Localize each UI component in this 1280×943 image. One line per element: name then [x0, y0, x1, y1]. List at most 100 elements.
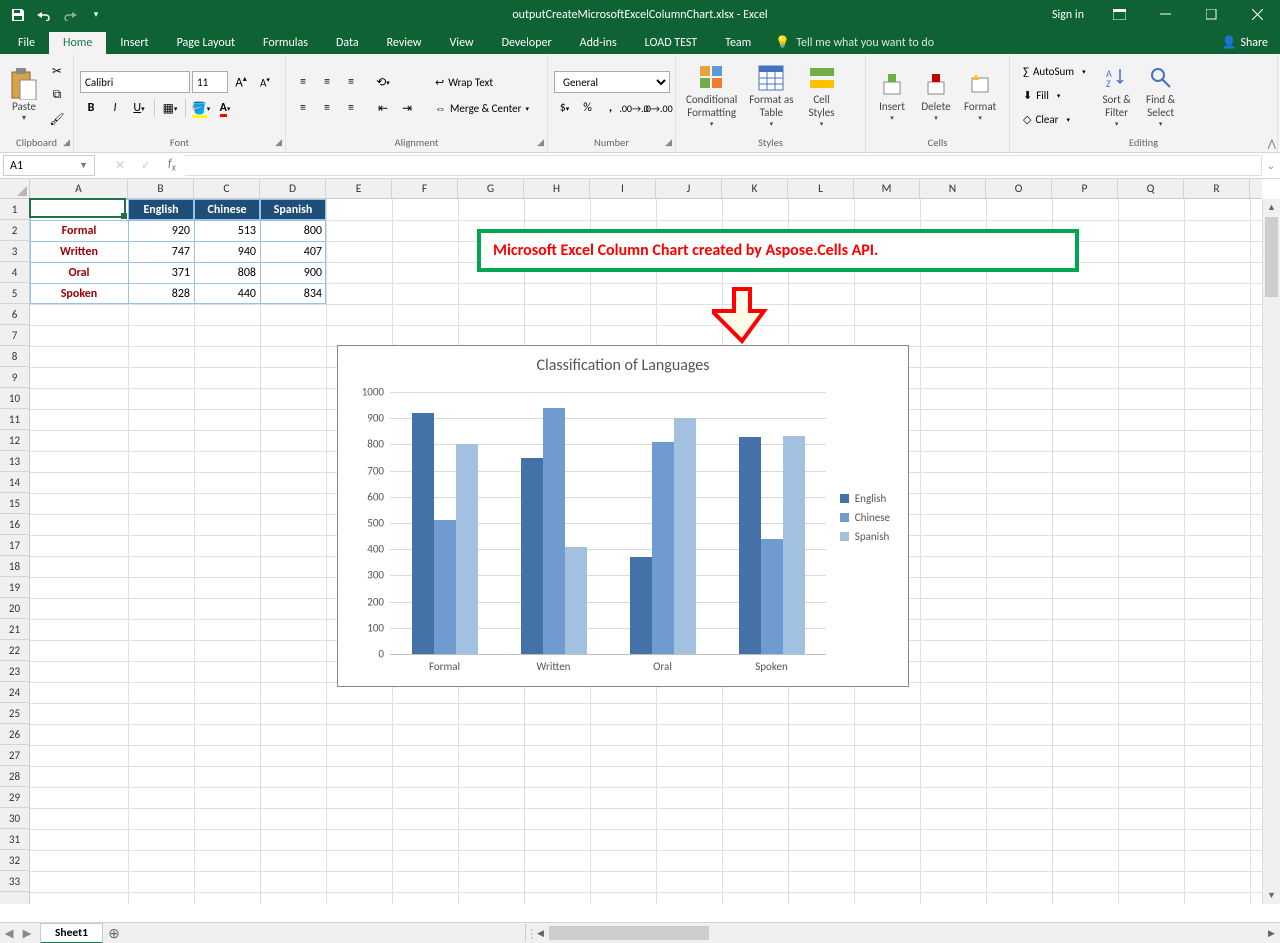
table-row-label[interactable]: Formal — [30, 220, 128, 241]
vscroll-thumb[interactable] — [1265, 217, 1278, 297]
row-header[interactable]: 20 — [0, 598, 29, 619]
row-header[interactable]: 15 — [0, 493, 29, 514]
tab-review[interactable]: Review — [373, 32, 436, 54]
sort-filter-button[interactable]: AZSort & Filter▾ — [1097, 60, 1137, 129]
select-all-button[interactable] — [0, 179, 30, 199]
row-header[interactable]: 23 — [0, 661, 29, 682]
close-button[interactable] — [1234, 0, 1280, 29]
decrease-font-button[interactable]: A▾ — [254, 71, 276, 93]
column-header[interactable]: H — [524, 179, 590, 198]
table-data-cell[interactable]: 808 — [194, 262, 260, 283]
alignment-dialog-launcher[interactable]: ◢ — [537, 137, 544, 148]
cut-button[interactable]: ✂ — [46, 60, 68, 82]
redo-icon[interactable] — [58, 3, 82, 27]
autosum-button[interactable]: ∑AutoSum▾ — [1016, 60, 1093, 82]
row-header[interactable]: 28 — [0, 766, 29, 787]
table-row-label[interactable]: Oral — [30, 262, 128, 283]
column-header[interactable]: E — [326, 179, 392, 198]
name-box-dropdown-icon[interactable]: ▼ — [79, 160, 88, 171]
tab-formulas[interactable]: Formulas — [249, 32, 322, 54]
row-header[interactable]: 24 — [0, 682, 29, 703]
copy-button[interactable]: ⧉ — [46, 84, 68, 106]
sheet-tab-active[interactable]: Sheet1 — [40, 923, 103, 943]
conditional-formatting-button[interactable]: Conditional Formatting▾ — [682, 60, 741, 129]
decrease-indent-button[interactable]: ⇤ — [372, 97, 394, 119]
row-header[interactable]: 1 — [0, 199, 29, 220]
table-data-cell[interactable]: 900 — [260, 262, 326, 283]
column-header[interactable]: Q — [1118, 179, 1184, 198]
column-header[interactable]: G — [458, 179, 524, 198]
column-header[interactable]: L — [788, 179, 854, 198]
format-painter-button[interactable]: 🖌 — [46, 108, 68, 130]
formula-input[interactable] — [185, 155, 1262, 176]
row-header[interactable]: 22 — [0, 640, 29, 661]
underline-button[interactable]: U▾ — [128, 97, 150, 119]
vertical-scrollbar[interactable]: ▲ ▼ — [1262, 199, 1280, 904]
find-select-button[interactable]: Find & Select▾ — [1141, 60, 1181, 129]
number-format-combo[interactable]: General — [554, 71, 670, 93]
row-header[interactable]: 13 — [0, 451, 29, 472]
wrap-text-button[interactable]: ↩Wrap Text — [428, 71, 536, 93]
chart-object[interactable]: Classification of Languages FormalWritte… — [337, 345, 909, 687]
row-header[interactable]: 18 — [0, 556, 29, 577]
column-header[interactable]: O — [986, 179, 1052, 198]
accounting-button[interactable]: $▾ — [554, 97, 575, 119]
merge-center-button[interactable]: ⇔Merge & Center▾ — [428, 97, 536, 119]
table-data-cell[interactable]: 800 — [260, 220, 326, 241]
sheet-nav-prev[interactable]: ◀ — [0, 926, 18, 941]
fill-color-button[interactable]: 🪣▾ — [190, 97, 212, 119]
column-header[interactable]: J — [656, 179, 722, 198]
tab-load-test[interactable]: LOAD TEST — [631, 32, 712, 54]
align-left-button[interactable]: ≡ — [292, 97, 314, 119]
enter-formula-button[interactable]: ✓ — [133, 158, 159, 173]
font-size-combo[interactable] — [192, 71, 228, 93]
row-header[interactable]: 21 — [0, 619, 29, 640]
row-header[interactable]: 29 — [0, 787, 29, 808]
percent-button[interactable]: % — [577, 97, 598, 119]
row-header[interactable]: 19 — [0, 577, 29, 598]
ribbon-display-options-icon[interactable] — [1096, 0, 1142, 29]
font-color-button[interactable]: A▾ — [214, 97, 236, 119]
tab-team[interactable]: Team — [711, 32, 765, 54]
row-header[interactable]: 7 — [0, 325, 29, 346]
table-data-cell[interactable]: 371 — [128, 262, 194, 283]
row-header[interactable]: 6 — [0, 304, 29, 325]
column-header[interactable]: M — [854, 179, 920, 198]
tell-me-search[interactable]: 💡Tell me what you want to do — [765, 31, 944, 54]
column-header[interactable]: N — [920, 179, 986, 198]
paste-button[interactable]: Paste▾ — [6, 66, 42, 125]
row-header[interactable]: 8 — [0, 346, 29, 367]
column-header[interactable]: I — [590, 179, 656, 198]
column-header[interactable]: D — [260, 179, 326, 198]
align-right-button[interactable]: ≡ — [340, 97, 362, 119]
maximize-button[interactable] — [1188, 0, 1234, 29]
table-data-cell[interactable]: 834 — [260, 283, 326, 304]
column-header[interactable]: P — [1052, 179, 1118, 198]
table-data-cell[interactable]: 440 — [194, 283, 260, 304]
row-header[interactable]: 2 — [0, 220, 29, 241]
row-header[interactable]: 30 — [0, 808, 29, 829]
align-bottom-button[interactable]: ≡ — [340, 71, 362, 93]
borders-button[interactable]: ▦▾ — [159, 97, 181, 119]
row-header[interactable]: 3 — [0, 241, 29, 262]
row-header[interactable]: 9 — [0, 367, 29, 388]
clipboard-dialog-launcher[interactable]: ◢ — [63, 137, 70, 148]
delete-cells-button[interactable]: Delete▾ — [916, 66, 956, 124]
row-header[interactable]: 14 — [0, 472, 29, 493]
table-data-cell[interactable]: 407 — [260, 241, 326, 262]
scroll-down-button[interactable]: ▼ — [1263, 887, 1280, 904]
hscroll-thumb[interactable] — [549, 926, 709, 940]
increase-indent-button[interactable]: ⇥ — [396, 97, 418, 119]
tab-add-ins[interactable]: Add-ins — [566, 32, 631, 54]
expand-formula-bar-button[interactable]: ⌄ — [1262, 159, 1280, 172]
orientation-button[interactable]: ⟲▾ — [372, 71, 394, 93]
scroll-right-button[interactable]: ▶ — [1263, 928, 1280, 939]
column-header[interactable]: C — [194, 179, 260, 198]
format-cells-button[interactable]: Format▾ — [960, 66, 1000, 124]
row-header[interactable]: 5 — [0, 283, 29, 304]
table-data-cell[interactable]: 940 — [194, 241, 260, 262]
row-header[interactable]: 11 — [0, 409, 29, 430]
increase-decimal-button[interactable]: .00→.0 — [623, 97, 645, 119]
horizontal-scrollbar[interactable]: ⋮ ◀ ▶ — [525, 924, 1280, 942]
qat-customize-icon[interactable]: ▾ — [84, 3, 108, 27]
